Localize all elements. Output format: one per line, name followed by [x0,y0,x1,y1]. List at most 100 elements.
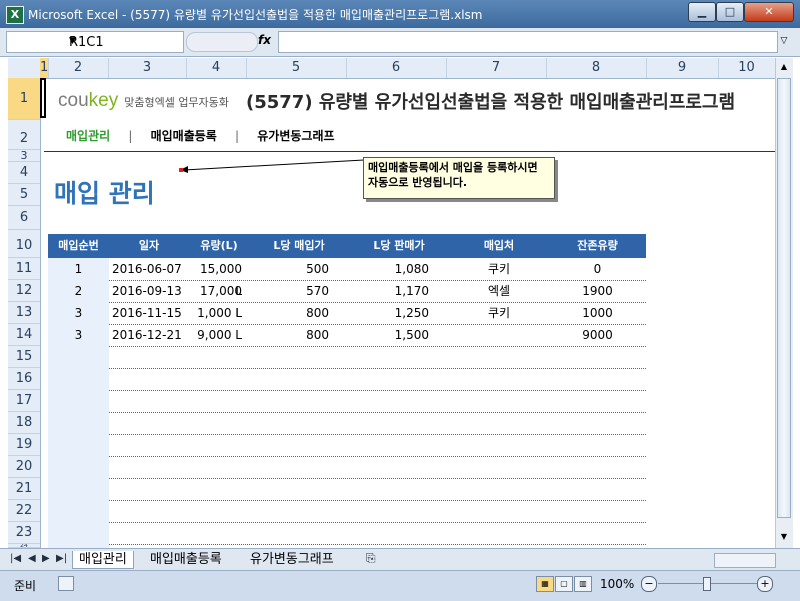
column-header[interactable]: 5 [246,58,347,78]
row-header[interactable]: 11 [8,258,40,280]
horizontal-scrollbar[interactable] [714,553,776,568]
table-cell[interactable]: 800 [242,324,329,346]
table-row[interactable]: 3 2016-12-21 9,000 L 800 1,500 9000 [48,324,646,347]
row-header[interactable]: 1 [8,78,40,120]
column-header[interactable]: 10 [718,58,775,78]
row-header[interactable]: 6 [8,206,40,230]
chevron-down-icon[interactable]: ▼ [69,36,179,46]
table-cell[interactable]: 15,000 L [192,258,242,298]
table-cell[interactable]: 1,000 L [192,302,242,324]
last-sheet-icon[interactable]: ▶| [56,553,67,564]
page-break-view-icon[interactable]: ▥ [574,576,592,592]
page-layout-view-icon[interactable]: ▢ [555,576,573,592]
nav-link-purchase-management[interactable]: 매입관리 [66,129,110,143]
table-cell[interactable]: 17,000 L [192,280,242,320]
row-header[interactable]: 4 [8,162,40,184]
nav-link-purchase-sales-entry[interactable]: 매입매출등록 [151,129,217,143]
row-header[interactable]: 2 [8,120,40,150]
column-header[interactable]: 3 [108,58,187,78]
table-cell[interactable] [48,390,109,412]
row-header[interactable]: 18 [8,412,40,434]
expand-formula-bar-icon[interactable]: ▽ [776,31,792,51]
sheet-tab-purchase-management[interactable]: 매입관리 [72,551,134,569]
macro-record-icon[interactable] [58,576,74,591]
table-row[interactable] [48,412,646,435]
sheet-tab-purchase-sales-entry[interactable]: 매입매출등록 [144,551,228,568]
minimize-button[interactable]: ▁ [688,2,716,22]
nav-link-price-graph[interactable]: 유가변동그래프 [257,129,334,143]
table-cell[interactable] [449,324,549,346]
row-header[interactable]: 16 [8,368,40,390]
normal-view-icon[interactable]: ▦ [536,576,554,592]
table-cell[interactable] [48,412,109,434]
row-header[interactable]: 22 [8,500,40,522]
insert-function-icon[interactable]: fx [258,33,271,47]
table-cell[interactable]: 쿠키 [449,302,549,324]
row-header[interactable]: 20 [8,456,40,478]
table-cell[interactable]: 800 [242,302,329,324]
table-row[interactable] [48,456,646,479]
table-cell[interactable]: 3 [48,324,109,346]
table-cell[interactable]: 1,500 [329,324,429,346]
vertical-scrollbar[interactable]: ▲ ▼ [775,58,793,548]
sheet-tab-price-graph[interactable]: 유가변동그래프 [244,551,340,568]
column-header[interactable]: 6 [346,58,447,78]
maximize-button[interactable]: □ [716,2,744,22]
column-header[interactable]: 7 [446,58,547,78]
table-cell[interactable]: 1000 [549,302,646,324]
table-cell[interactable]: 9,000 L [192,324,242,346]
column-header[interactable]: 4 [186,58,247,78]
table-cell[interactable]: 3 [48,302,109,324]
table-cell[interactable]: 2016-12-21 [112,324,192,346]
row-header[interactable]: 13 [8,302,40,324]
column-header[interactable]: 9 [646,58,719,78]
row-header[interactable]: 15 [8,346,40,368]
row-header[interactable]: 21 [8,478,40,500]
table-row[interactable]: 2 2016-09-13 17,000 L 570 1,170 엑셀 1900 [48,280,646,320]
row-header[interactable]: 23 [8,522,40,544]
scroll-thumb[interactable] [777,78,791,518]
table-cell[interactable]: 9000 [549,324,646,346]
table-cell[interactable]: 0 [549,258,646,280]
table-row[interactable] [48,478,646,501]
table-cell[interactable]: 500 [242,258,329,280]
table-row[interactable] [48,522,646,545]
column-header[interactable]: 8 [546,58,647,78]
table-cell[interactable]: 1,250 [329,302,429,324]
table-row[interactable] [48,368,646,391]
comment-note[interactable]: 매입매출등록에서 매입을 등록하시면 자동으로 반영됩니다. [363,157,555,199]
zoom-level[interactable]: 100% [600,577,634,591]
table-cell[interactable]: 1900 [549,280,646,302]
zoom-in-icon[interactable]: + [757,576,773,592]
formula-input[interactable] [278,31,778,53]
table-cell[interactable]: 1,080 [329,258,429,280]
table-row[interactable]: 3 2016-11-15 1,000 L 800 1,250 쿠키 1000 [48,302,646,325]
table-cell[interactable]: 1 [48,258,109,280]
row-header[interactable]: 5 [8,184,40,206]
name-box[interactable]: R1C1 ▼ [6,31,184,53]
row-header[interactable]: 14 [8,324,40,346]
table-row[interactable] [48,434,646,457]
insert-sheet-icon[interactable]: ⎘ [366,551,376,566]
first-sheet-icon[interactable]: |◀ [10,553,21,564]
row-header[interactable]: 3 [8,150,40,162]
row-header[interactable]: 19 [8,434,40,456]
table-cell[interactable] [48,478,109,500]
table-row[interactable] [48,500,646,523]
table-cell[interactable] [48,522,109,544]
prev-sheet-icon[interactable]: ◀ [28,553,36,564]
table-row[interactable] [48,346,646,369]
scroll-down-icon[interactable]: ▼ [777,530,791,544]
excel-app-icon[interactable]: X [6,6,24,24]
formula-bar-splitter[interactable] [186,32,258,52]
next-sheet-icon[interactable]: ▶ [42,553,50,564]
selected-cell[interactable] [40,78,46,118]
scroll-up-icon[interactable]: ▲ [777,60,791,74]
zoom-slider-thumb[interactable] [703,577,711,591]
table-cell[interactable]: 2016-11-15 [112,302,192,324]
row-header[interactable]: 17 [8,390,40,412]
table-cell[interactable]: 2016-09-13 [112,280,192,302]
table-cell[interactable] [48,346,109,368]
table-cell[interactable]: 1,170 [329,280,429,302]
table-row[interactable] [48,390,646,413]
